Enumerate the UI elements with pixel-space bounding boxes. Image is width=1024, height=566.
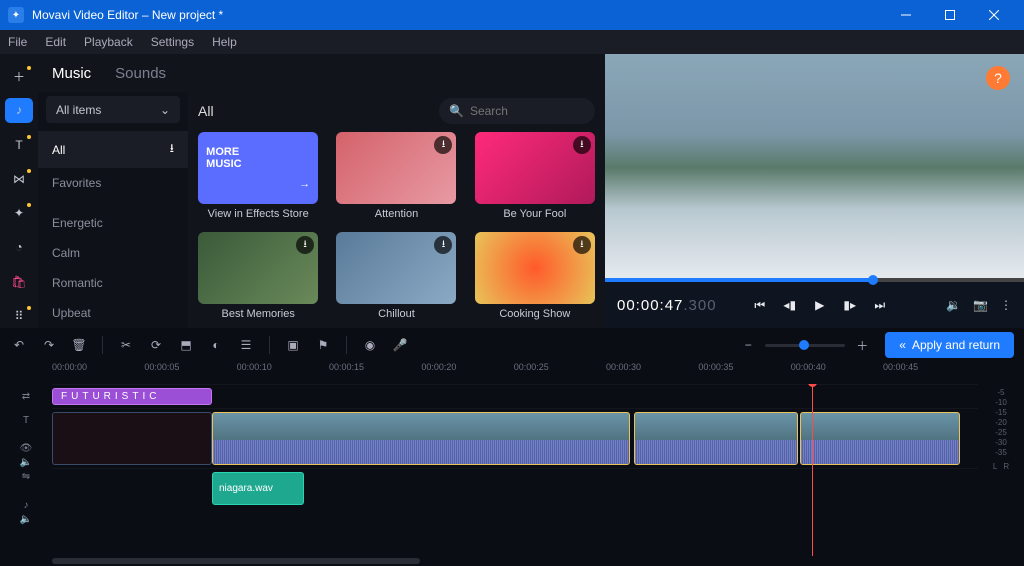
sidebar-item-upbeat[interactable]: Upbeat bbox=[38, 298, 188, 328]
marker-icon[interactable]: ⚑ bbox=[314, 336, 332, 354]
sidebar-item-energetic[interactable]: Energetic bbox=[38, 208, 188, 238]
color-adjust-icon[interactable]: ◐ bbox=[207, 336, 225, 354]
transition-wizard-icon[interactable]: ▣ bbox=[284, 336, 302, 354]
track-lanes[interactable]: FUTURISTIC niagara.wav bbox=[52, 384, 978, 556]
media-pane: Music Sounds All items⌄ All⭳ Favorites E… bbox=[38, 54, 605, 328]
download-icon: ⭳ bbox=[170, 139, 174, 160]
track-settings-icon[interactable]: ⇄ bbox=[0, 384, 52, 408]
step-back-button[interactable]: ◂▮ bbox=[780, 295, 800, 315]
step-forward-button[interactable]: ▮▸ bbox=[840, 295, 860, 315]
zoom-in-icon[interactable]: ＋ bbox=[853, 336, 871, 354]
window-title: Movavi Video Editor – New project * bbox=[32, 8, 884, 22]
sidebar-item-romantic[interactable]: Romantic bbox=[38, 268, 188, 298]
zoom-control: − ＋ bbox=[739, 336, 871, 354]
time-ruler[interactable]: 00:00:00 00:00:05 00:00:10 00:00:15 00:0… bbox=[0, 362, 1024, 384]
tab-music[interactable]: Music bbox=[52, 65, 91, 82]
audio-clip[interactable]: niagara.wav bbox=[212, 472, 304, 505]
effects-tool-icon[interactable]: ✦ bbox=[5, 201, 33, 225]
video-track-head[interactable]: 👁🔈⇋ bbox=[0, 432, 52, 492]
zoom-slider[interactable] bbox=[765, 344, 845, 347]
maximize-button[interactable] bbox=[928, 0, 972, 30]
chevron-left-icon: « bbox=[899, 338, 906, 352]
app-logo-icon: ✦ bbox=[8, 7, 24, 23]
sidebar-item-favorites[interactable]: Favorites bbox=[38, 168, 188, 198]
media-gallery: All 🔍 ✕ MOREMUSIC→ View in Effects Store… bbox=[188, 92, 605, 328]
more-tools-icon[interactable]: ⠿ bbox=[5, 304, 33, 328]
tab-sounds[interactable]: Sounds bbox=[115, 65, 166, 82]
title-track-head[interactable]: T bbox=[0, 408, 52, 432]
minimize-button[interactable] bbox=[884, 0, 928, 30]
more-preview-icon[interactable]: ⋮ bbox=[1000, 298, 1012, 312]
chevron-down-icon: ⌄ bbox=[160, 103, 170, 117]
gallery-heading: All bbox=[198, 103, 214, 119]
video-clip-1[interactable] bbox=[52, 412, 212, 465]
preview-pane: ? 00:00:47.300 ⏮ ◂▮ ▶ ▮▸ ⏭ 🔉 📷 ⋮ bbox=[605, 54, 1024, 328]
basket-tool-icon[interactable]: 🛍 bbox=[5, 270, 33, 294]
title-clip[interactable]: FUTURISTIC bbox=[52, 388, 212, 405]
menu-edit[interactable]: Edit bbox=[45, 35, 66, 49]
card-be-your-fool[interactable]: ⭳ Be Your Fool bbox=[475, 132, 595, 220]
snapshot-icon[interactable]: 📷 bbox=[973, 298, 988, 312]
timer-tool-icon[interactable]: ◔ bbox=[5, 235, 33, 259]
menu-help[interactable]: Help bbox=[212, 35, 237, 49]
volume-icon[interactable]: 🔉 bbox=[946, 298, 961, 312]
category-dropdown[interactable]: All items⌄ bbox=[46, 96, 180, 123]
cut-icon[interactable]: ✂ bbox=[117, 336, 135, 354]
download-icon[interactable]: ⭳ bbox=[296, 236, 314, 254]
music-tool-icon[interactable]: ♪ bbox=[5, 98, 33, 122]
preview-image[interactable]: ? bbox=[605, 54, 1024, 282]
timecode: 00:00:47.300 bbox=[617, 297, 717, 314]
next-clip-button[interactable]: ⏭ bbox=[870, 295, 890, 315]
preview-scrubber[interactable] bbox=[605, 278, 1024, 282]
transition-tool-icon[interactable]: ⋈ bbox=[5, 167, 33, 191]
video-clip-2[interactable] bbox=[212, 412, 630, 465]
delete-icon[interactable]: 🗑 bbox=[70, 336, 88, 354]
crop-icon[interactable]: ⬒ bbox=[177, 336, 195, 354]
card-attention[interactable]: ⭳ Attention bbox=[336, 132, 456, 220]
download-icon[interactable]: ⭳ bbox=[573, 236, 591, 254]
card-best-memories[interactable]: ⭳ Best Memories bbox=[198, 232, 318, 320]
titlebar: ✦ Movavi Video Editor – New project * bbox=[0, 0, 1024, 30]
audio-meters: -5-10-15 -20-25-30-35 LR bbox=[978, 384, 1024, 556]
search-icon: 🔍 bbox=[449, 104, 464, 118]
prev-clip-button[interactable]: ⏮ bbox=[750, 295, 770, 315]
category-sidebar: All items⌄ All⭳ Favorites Energetic Calm… bbox=[38, 92, 188, 328]
download-icon[interactable]: ⭳ bbox=[573, 136, 591, 154]
redo-icon[interactable]: ↷ bbox=[40, 336, 58, 354]
rotate-icon[interactable]: ⟳ bbox=[147, 336, 165, 354]
menu-playback[interactable]: Playback bbox=[84, 35, 133, 49]
timeline-scrollbar[interactable] bbox=[0, 556, 1024, 566]
zoom-out-icon[interactable]: − bbox=[739, 336, 757, 354]
search-input[interactable] bbox=[470, 104, 605, 118]
timeline: ↶ ↷ 🗑 ✂ ⟳ ⬒ ◐ ☰ ▣ ⚑ ◉ 🎤 − ＋ «Apply and r… bbox=[0, 328, 1024, 566]
play-button[interactable]: ▶ bbox=[810, 295, 830, 315]
left-toolbar: ＋ ♪ T ⋈ ✦ ◔ 🛍 ⠿ bbox=[0, 54, 38, 328]
menu-settings[interactable]: Settings bbox=[151, 35, 194, 49]
apply-and-return-button[interactable]: «Apply and return bbox=[885, 332, 1014, 358]
sidebar-item-all[interactable]: All⭳ bbox=[38, 131, 188, 168]
properties-icon[interactable]: ☰ bbox=[237, 336, 255, 354]
undo-icon[interactable]: ↶ bbox=[10, 336, 28, 354]
download-icon[interactable]: ⭳ bbox=[434, 236, 452, 254]
card-cooking-show[interactable]: ⭳ Cooking Show bbox=[475, 232, 595, 320]
search-box[interactable]: 🔍 ✕ bbox=[439, 98, 595, 124]
video-clip-3[interactable] bbox=[634, 412, 798, 465]
help-button[interactable]: ? bbox=[986, 66, 1010, 90]
menu-file[interactable]: File bbox=[8, 35, 27, 49]
video-clip-4[interactable] bbox=[800, 412, 960, 465]
card-chillout[interactable]: ⭳ Chillout bbox=[336, 232, 456, 320]
download-icon[interactable]: ⭳ bbox=[434, 136, 452, 154]
close-button[interactable] bbox=[972, 0, 1016, 30]
card-more-music[interactable]: MOREMUSIC→ View in Effects Store bbox=[198, 132, 318, 220]
mic-icon[interactable]: 🎤 bbox=[391, 336, 409, 354]
menubar: File Edit Playback Settings Help bbox=[0, 30, 1024, 54]
audio-track-head[interactable]: ♪🔈 bbox=[0, 492, 52, 532]
add-tool-icon[interactable]: ＋ bbox=[5, 64, 33, 88]
record-icon[interactable]: ◉ bbox=[361, 336, 379, 354]
text-tool-icon[interactable]: T bbox=[5, 133, 33, 157]
playhead[interactable] bbox=[812, 384, 813, 556]
sidebar-item-calm[interactable]: Calm bbox=[38, 238, 188, 268]
